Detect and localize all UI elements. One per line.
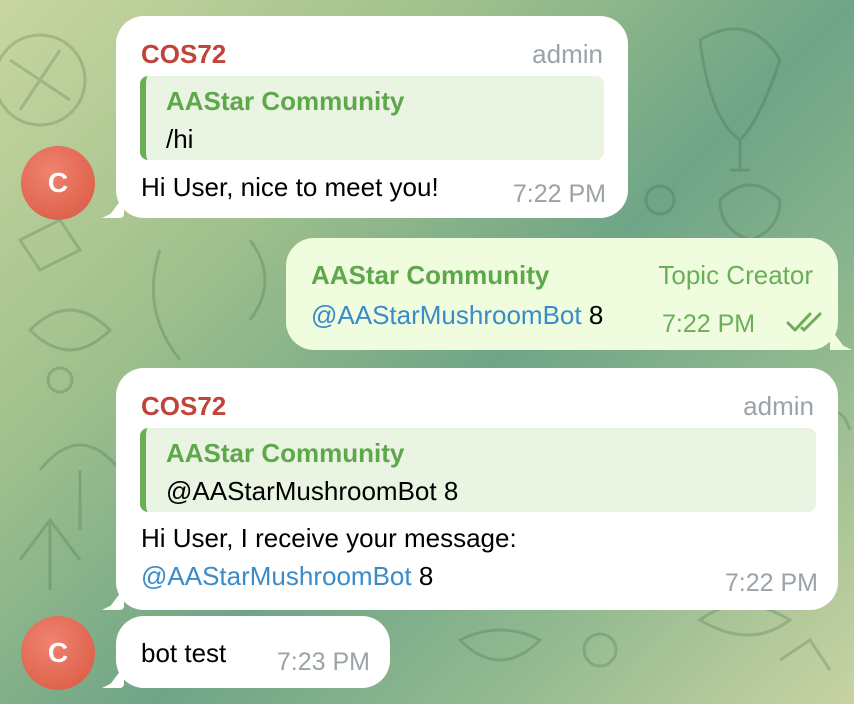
- reply-quote-title: AAStar Community: [166, 86, 405, 116]
- message-bubble-incoming[interactable]: COS72 admin AAStar Community @AAStarMush…: [116, 368, 838, 610]
- reply-quote[interactable]: AAStar Community /hi: [140, 76, 604, 160]
- reply-quote-text: @AAStarMushroomBot 8: [166, 476, 459, 506]
- sender-role-badge: Topic Creator: [658, 260, 813, 290]
- reply-quote-title: AAStar Community: [166, 438, 405, 468]
- sender-name[interactable]: AAStar Community: [311, 260, 549, 291]
- message-time: 7:22 PM: [724, 569, 818, 597]
- reply-quote-text: /hi: [166, 124, 194, 154]
- bot-mention-link[interactable]: @AAStarMushroomBot: [141, 561, 412, 591]
- message-text-suffix: 8: [411, 561, 434, 591]
- sender-role-badge: admin: [743, 391, 814, 421]
- double-check-icon: [786, 312, 822, 332]
- message-text-line2: @AAStarMushroomBot 8: [141, 561, 433, 592]
- message-bubble-incoming[interactable]: COS72 admin AAStar Community /hi Hi User…: [116, 16, 628, 218]
- bot-mention-link[interactable]: @AAStarMushroomBot: [311, 300, 582, 330]
- message-text: Hi User, nice to meet you!: [141, 172, 439, 202]
- reply-quote[interactable]: AAStar Community @AAStarMushroomBot 8: [140, 428, 816, 512]
- message-time: 7:22 PM: [512, 180, 606, 208]
- message-text: Hi User, I receive your message:: [141, 523, 517, 553]
- message-bubble-outgoing[interactable]: AAStar Community Topic Creator @AAStarMu…: [286, 238, 838, 350]
- message-text-suffix: 8: [581, 300, 604, 330]
- message-time: 7:22 PM: [662, 310, 756, 338]
- avatar[interactable]: C: [21, 616, 95, 690]
- sender-role-badge: admin: [532, 39, 603, 69]
- message-text: @AAStarMushroomBot 8: [311, 300, 603, 331]
- avatar[interactable]: C: [21, 146, 95, 220]
- message-bubble-incoming[interactable]: bot test 7:23 PM: [116, 616, 390, 688]
- sender-name[interactable]: COS72: [141, 39, 226, 70]
- message-time: 7:23 PM: [276, 648, 370, 676]
- message-text: bot test: [141, 638, 227, 668]
- sender-name[interactable]: COS72: [141, 391, 226, 422]
